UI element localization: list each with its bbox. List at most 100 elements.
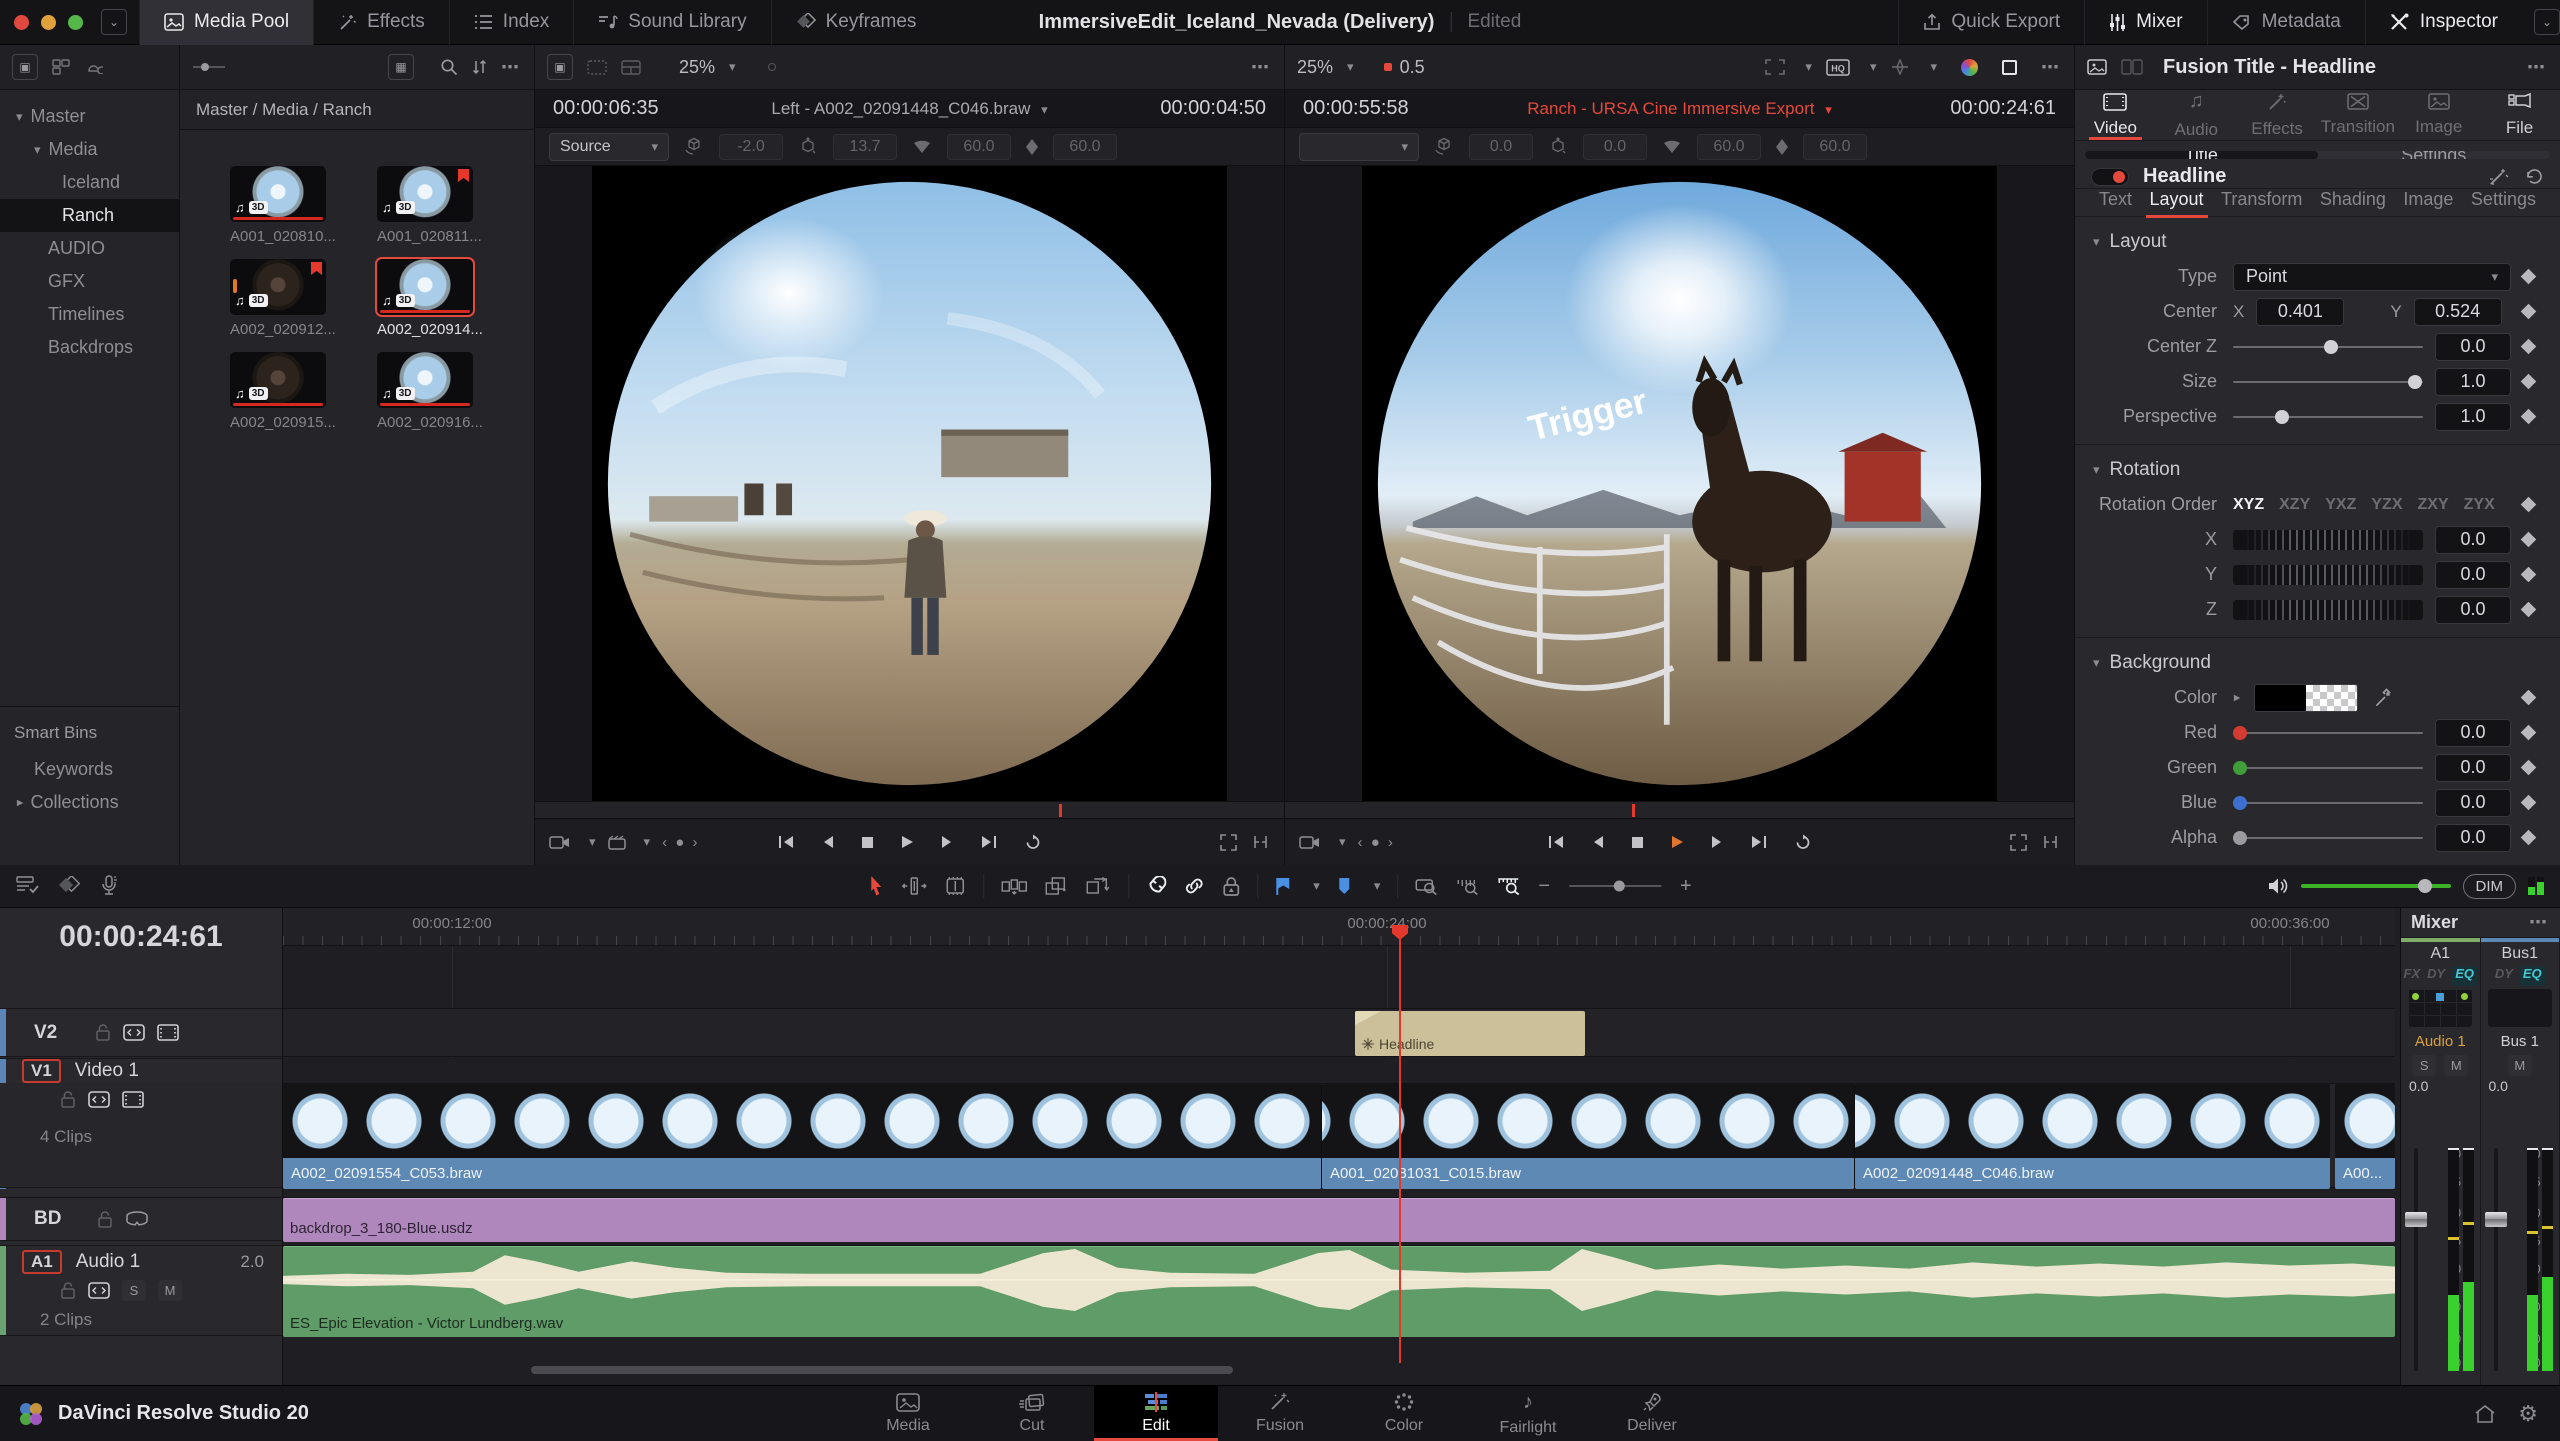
chevron-down-icon[interactable]: ▾ bbox=[1313, 878, 1320, 894]
transport-stop-icon[interactable] bbox=[1631, 836, 1644, 849]
media-clip[interactable]: ♫3D A002_020912... bbox=[230, 259, 326, 338]
slider-knob[interactable] bbox=[2324, 340, 2338, 354]
rotation-section-header[interactable]: ▾Rotation bbox=[2075, 453, 2560, 487]
project-manager-icon[interactable] bbox=[2474, 1404, 2496, 1424]
eq-badge[interactable]: EQ bbox=[2520, 966, 2545, 986]
clip-enable-toggle[interactable] bbox=[2091, 168, 2129, 186]
clip-prev-next-control[interactable]: ‹ ● › bbox=[1358, 834, 1395, 851]
timeline-horizontal-scrollbar[interactable] bbox=[531, 1366, 1233, 1374]
media-pool-more-icon[interactable]: ⋯ bbox=[501, 57, 522, 78]
chevron-down-icon[interactable]: ▾ bbox=[34, 142, 41, 158]
transport-step-forward-icon[interactable] bbox=[940, 834, 954, 850]
speaker-icon[interactable] bbox=[2267, 877, 2289, 895]
tab-layout[interactable]: Layout bbox=[2150, 189, 2204, 216]
clip-prev-next-control[interactable]: ‹ ● › bbox=[662, 834, 699, 851]
keyframe-diamond-icon[interactable] bbox=[2521, 497, 2537, 513]
size-slider[interactable] bbox=[2233, 374, 2423, 390]
red-slider[interactable] bbox=[2233, 725, 2423, 741]
page-cut[interactable]: Cut bbox=[970, 1386, 1094, 1441]
audio-meters-icon[interactable] bbox=[2528, 877, 2544, 895]
keyframe-view-icon[interactable] bbox=[58, 875, 82, 897]
track-lock-icon[interactable] bbox=[60, 1282, 76, 1299]
page-edit[interactable]: Edit bbox=[1094, 1386, 1218, 1441]
type-dropdown[interactable]: Point▾ bbox=[2233, 263, 2511, 291]
timeline-view-options-icon[interactable] bbox=[16, 875, 40, 897]
marker-icon[interactable] bbox=[1337, 877, 1351, 895]
reset-icon[interactable] bbox=[2524, 167, 2544, 186]
resize-viewer-icon[interactable] bbox=[1220, 834, 1237, 851]
lens-position-value[interactable]: 0.0 bbox=[1583, 134, 1647, 160]
selection-tool-icon[interactable] bbox=[868, 875, 884, 897]
slider-knob[interactable] bbox=[2233, 761, 2247, 775]
page-fairlight[interactable]: ♪ Fairlight bbox=[1466, 1386, 1590, 1441]
proxy-hq-icon[interactable]: HQ bbox=[1826, 59, 1850, 76]
transport-first-frame-icon[interactable] bbox=[777, 834, 795, 850]
keyframe-diamond-icon[interactable] bbox=[2521, 760, 2537, 776]
alpha-field[interactable]: 0.0 bbox=[2435, 824, 2511, 852]
timeline-scrub-bar[interactable] bbox=[1285, 801, 2074, 819]
position-lock-icon[interactable] bbox=[1222, 876, 1240, 897]
rotation-z-field[interactable]: 0.0 bbox=[2435, 596, 2511, 624]
lane-bd[interactable]: backdrop_3_180-Blue.usdz bbox=[283, 1197, 2395, 1241]
timeline-zoom-select[interactable]: 25%▾ bbox=[1297, 57, 1354, 78]
clip-thumbnail[interactable]: ♫3D bbox=[230, 166, 326, 222]
clip-thumbnail[interactable]: ♫3D bbox=[377, 352, 473, 408]
rotation-y-dial[interactable] bbox=[2233, 565, 2423, 585]
dynamics-badge[interactable]: DY bbox=[2495, 966, 2513, 986]
order-zxy[interactable]: ZXY bbox=[2418, 496, 2449, 514]
keyframe-diamond-icon[interactable] bbox=[2521, 567, 2537, 583]
chevron-down-icon[interactable]: ▾ bbox=[16, 109, 23, 125]
segment-title[interactable]: Title bbox=[2085, 151, 2318, 159]
lane-a1[interactable]: ES_Epic Elevation - Victor Lundberg.wav bbox=[283, 1245, 2395, 1336]
single-viewer-icon[interactable]: ▣ bbox=[547, 54, 573, 80]
source-zoom-select[interactable]: 25%▾ bbox=[679, 57, 736, 78]
transport-stop-icon[interactable] bbox=[861, 836, 874, 849]
settings-gear-icon[interactable]: ⚙ bbox=[2518, 1401, 2538, 1427]
keyframe-diamond-icon[interactable] bbox=[2521, 725, 2537, 741]
green-slider[interactable] bbox=[2233, 760, 2423, 776]
sort-icon[interactable] bbox=[472, 59, 487, 75]
chevron-down-icon[interactable]: ▾ bbox=[1930, 59, 1937, 75]
track-header-v2[interactable]: V2 bbox=[0, 1008, 282, 1057]
chevron-down-icon[interactable]: ▾ bbox=[644, 834, 651, 850]
color-viewer-icon[interactable] bbox=[1961, 59, 1978, 76]
media-clip[interactable]: ♫3D A001_020810... bbox=[230, 166, 326, 245]
fx-badge[interactable]: FX bbox=[2404, 966, 2421, 986]
zoom-full-extent-icon[interactable] bbox=[1415, 877, 1439, 895]
link-clips-icon[interactable] bbox=[1183, 876, 1205, 896]
safe-area-icon[interactable] bbox=[2002, 60, 2017, 75]
tab-shading[interactable]: Shading bbox=[2320, 189, 2386, 216]
perspective-slider[interactable] bbox=[2233, 409, 2423, 425]
layout-section-header[interactable]: ▾Layout bbox=[2075, 225, 2560, 259]
keyframe-diamond-icon[interactable] bbox=[2521, 304, 2537, 320]
page-fusion[interactable]: Fusion bbox=[1218, 1386, 1342, 1441]
fader-knob[interactable] bbox=[2405, 1212, 2427, 1227]
bypass-grades-icon[interactable] bbox=[1765, 59, 1785, 75]
tab-transform[interactable]: Transform bbox=[2221, 189, 2302, 216]
voiceover-mic-icon[interactable] bbox=[100, 875, 118, 897]
close-window-icon[interactable] bbox=[14, 15, 29, 30]
transport-last-frame-icon[interactable] bbox=[980, 834, 998, 850]
color-swatch[interactable] bbox=[2254, 684, 2358, 712]
sound-library-toggle[interactable]: Sound Library bbox=[573, 0, 770, 45]
in-out-marks-icon[interactable] bbox=[2041, 835, 2060, 849]
timeline-clip-video[interactable]: A00... bbox=[2335, 1084, 2395, 1189]
timeline-clip-headline[interactable]: Headline bbox=[1355, 1011, 1585, 1056]
auto-select-icon[interactable] bbox=[88, 1282, 110, 1299]
snapping-magnet-icon[interactable] bbox=[1146, 876, 1166, 897]
volume-knob[interactable] bbox=[2418, 879, 2432, 893]
bin-item-timelines[interactable]: Timelines bbox=[0, 298, 179, 331]
fader-track[interactable] bbox=[2414, 1148, 2418, 1371]
keyframe-diamond-icon[interactable] bbox=[2521, 409, 2537, 425]
transport-first-frame-icon[interactable] bbox=[1547, 834, 1565, 850]
track-header-bd[interactable]: BD bbox=[0, 1197, 282, 1241]
fader-track[interactable] bbox=[2494, 1148, 2498, 1371]
center-y-field[interactable]: 0.524 bbox=[2414, 298, 2502, 326]
slider-knob[interactable] bbox=[2233, 726, 2247, 740]
inspector-dual-icon[interactable] bbox=[2121, 59, 2143, 75]
timeline-clip-audio[interactable]: ES_Epic Elevation - Victor Lundberg.wav bbox=[283, 1246, 2395, 1337]
mute-button[interactable]: M bbox=[2444, 1055, 2468, 1076]
rotation-x-field[interactable]: 0.0 bbox=[2435, 526, 2511, 554]
transport-step-back-icon[interactable] bbox=[821, 834, 835, 850]
inspector-toggle[interactable]: Inspector bbox=[2365, 0, 2522, 45]
